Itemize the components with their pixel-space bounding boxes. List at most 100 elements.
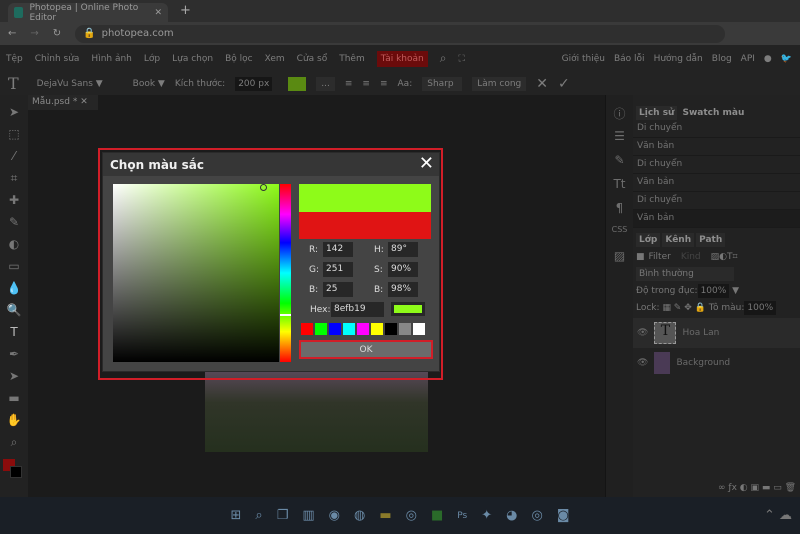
align-center-icon[interactable]: ≡ — [362, 79, 370, 89]
paint-icon[interactable]: ◕ — [506, 508, 517, 523]
tab-history[interactable]: Lịch sử — [636, 106, 678, 120]
zoom-tool-icon[interactable]: ⌕ — [0, 435, 28, 457]
line-icon[interactable]: ■ — [431, 508, 443, 523]
back-icon[interactable]: ← — [8, 28, 16, 39]
text-tool-icon[interactable]: T — [0, 325, 28, 347]
tab-channels[interactable]: Kênh — [662, 233, 695, 247]
menu-edit[interactable]: Chỉnh sửa — [35, 54, 80, 64]
paragraph-icon[interactable]: ¶ — [606, 201, 633, 225]
document-tab[interactable]: Mẫu.psd * ✕ — [28, 95, 98, 110]
menu-api[interactable]: API — [741, 54, 755, 64]
layer-footer-icons[interactable]: ∞ ƒx ◐ ▣ ▬ ▭ 🗑 — [718, 483, 796, 493]
ok-button[interactable]: OK — [299, 340, 433, 359]
brush-settings-icon[interactable]: ✎ — [606, 153, 633, 177]
swatch-yellow[interactable] — [371, 323, 383, 335]
menu-guide[interactable]: Hướng dẫn — [654, 54, 703, 64]
visibility-icon[interactable]: 👁 — [637, 358, 648, 368]
kind-select[interactable]: Kind — [681, 252, 701, 262]
twitter-icon[interactable]: 🐦 — [781, 54, 792, 64]
move-tool-icon[interactable]: ➤ — [0, 105, 28, 127]
gradient-tool-icon[interactable]: ▭ — [0, 259, 28, 281]
forward-icon[interactable]: → — [30, 28, 38, 39]
s-field[interactable]: 90% — [388, 262, 418, 277]
meet-icon[interactable]: ◉ — [329, 508, 340, 523]
picker-cursor[interactable] — [260, 184, 267, 191]
search-icon[interactable]: ⌕ — [255, 508, 262, 523]
b-field[interactable]: 25 — [323, 282, 353, 297]
history-item[interactable]: Văn bản — [633, 210, 800, 228]
tab-layers[interactable]: Lớp — [636, 233, 661, 247]
canvas-image[interactable] — [205, 370, 428, 452]
menu-account[interactable]: Tài khoản — [376, 50, 428, 67]
menu-select[interactable]: Lựa chọn — [172, 54, 213, 64]
commit-icon[interactable]: ✓ — [558, 76, 570, 92]
swatch-cyan[interactable] — [343, 323, 355, 335]
font-select[interactable]: DejaVu Sans ▼ — [37, 79, 103, 89]
new-tab-icon[interactable]: + — [180, 3, 191, 18]
chrome-active-icon[interactable]: ◎ — [532, 508, 543, 523]
blur-tool-icon[interactable]: 💧 — [0, 281, 28, 303]
task-view-icon[interactable]: ❐ — [277, 508, 289, 523]
menu-file[interactable]: Tệp — [6, 54, 23, 64]
menu-about[interactable]: Giới thiệu — [562, 54, 605, 64]
hue-slider[interactable] — [280, 184, 291, 362]
crop-tool-icon[interactable]: ⌗ — [0, 171, 28, 193]
size-field[interactable]: 200 px — [235, 76, 273, 91]
swatch-white[interactable] — [413, 323, 425, 335]
tray-icons[interactable]: ⌃ ☁ — [764, 508, 792, 523]
app-icon[interactable]: ✦ — [481, 508, 492, 523]
blend-mode-select[interactable]: Bình thường — [636, 267, 734, 281]
lock-icons[interactable]: ▦ ✎ ✥ 🔒 — [662, 303, 705, 313]
color-swatches[interactable] — [0, 457, 28, 483]
swatch-red[interactable] — [301, 323, 313, 335]
menu-report[interactable]: Báo lỗi — [614, 54, 645, 64]
close-tab-icon[interactable]: ✕ — [154, 8, 162, 18]
zalo-icon[interactable]: ◙ — [557, 508, 570, 523]
swatch-magenta[interactable] — [357, 323, 369, 335]
visibility-icon[interactable]: 👁 — [637, 328, 648, 338]
history-item[interactable]: Di chuyển — [633, 120, 800, 138]
g-field[interactable]: 251 — [323, 262, 353, 277]
search-icon[interactable]: ⌕ — [440, 51, 447, 66]
history-item[interactable]: Văn bản — [633, 138, 800, 156]
character-icon[interactable]: Tt — [606, 177, 633, 201]
reload-icon[interactable]: ↻ — [53, 28, 61, 39]
info-icon[interactable]: ⓘ — [606, 105, 633, 129]
file-explorer-icon[interactable]: ▬ — [379, 508, 391, 523]
shape-tool-icon[interactable]: ▬ — [0, 391, 28, 413]
fullscreen-icon[interactable]: ⛶ — [458, 54, 464, 64]
more-button[interactable]: ... — [316, 76, 335, 91]
filter-checkbox[interactable]: ■ — [636, 252, 645, 262]
swatch-black[interactable] — [385, 323, 397, 335]
heal-tool-icon[interactable]: ✚ — [0, 193, 28, 215]
fill-field[interactable]: 100% — [744, 301, 777, 315]
menu-window[interactable]: Cửa sổ — [297, 54, 328, 64]
swatch-green[interactable] — [315, 323, 327, 335]
browser-tab[interactable]: Photopea | Online Photo Editor ✕ — [8, 3, 168, 23]
filter-type-icons[interactable]: ▨◐T⌗ — [711, 252, 738, 262]
menu-filter[interactable]: Bộ lọc — [225, 54, 253, 64]
close-icon[interactable]: ✕ — [419, 153, 434, 174]
dodge-tool-icon[interactable]: 🔍 — [0, 303, 28, 325]
magic-wand-icon[interactable]: ⁄ — [0, 149, 28, 171]
saturation-value-field[interactable] — [113, 184, 279, 362]
pen-tool-icon[interactable]: ✒ — [0, 347, 28, 369]
path-select-icon[interactable]: ➤ — [0, 369, 28, 391]
brush-tool-icon[interactable]: ✎ — [0, 215, 28, 237]
hand-tool-icon[interactable]: ✋ — [0, 413, 28, 435]
align-left-icon[interactable]: ≡ — [345, 79, 353, 89]
swatch-blue[interactable] — [329, 323, 341, 335]
widgets-icon[interactable]: ▥ — [302, 508, 314, 523]
close-doc-icon[interactable]: ✕ — [80, 97, 88, 107]
edge-icon[interactable]: ◍ — [354, 508, 365, 523]
opacity-field[interactable]: 100% — [697, 284, 730, 298]
chrome-icon[interactable]: ◎ — [406, 508, 417, 523]
start-icon[interactable]: ⊞ — [231, 508, 242, 523]
warp-button[interactable]: Làm cong — [472, 76, 527, 91]
photoshop-icon[interactable]: Ps — [457, 511, 467, 521]
tab-swatches[interactable]: Swatch màu — [679, 106, 748, 120]
menu-more[interactable]: Thêm — [339, 54, 365, 64]
history-item[interactable]: Di chuyển — [633, 156, 800, 174]
adjustments-icon[interactable]: ☰ — [606, 129, 633, 153]
hex-field[interactable]: 8efb19 — [331, 302, 384, 317]
